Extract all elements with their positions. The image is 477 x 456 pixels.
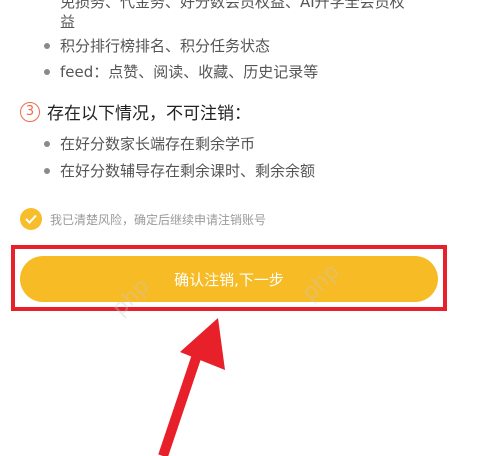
section-3-header: 3 存在以下情况，不可注销：	[20, 99, 251, 124]
bullet-dot-icon	[44, 140, 50, 147]
consent-label: 我已清楚风险，确定后继续申请注销账号	[50, 212, 267, 227]
bullet-text: feed：点赞、阅读、收藏、历史记录等	[60, 63, 319, 81]
section-number-badge: 3	[20, 101, 40, 122]
confirm-button-label: 确认注销,下一步	[174, 270, 284, 289]
bullet-item: 在好分数辅导存在剩余课时、剩余余额	[44, 160, 315, 181]
bullet-text: 在好分数家长端存在剩余学币	[60, 135, 256, 153]
bullet-dot-icon	[44, 42, 50, 49]
bullet-item: 积分排行榜排名、积分任务状态	[44, 35, 270, 56]
bullet-item: feed：点赞、阅读、收藏、历史记录等	[44, 61, 318, 82]
bullet-dot-icon	[44, 167, 50, 174]
bullet-text: 积分排行榜排名、积分任务状态	[60, 37, 271, 55]
bullet-text: 在好分数辅导存在剩余课时、剩余余额	[60, 162, 316, 180]
cutoff-text-line-2: 益	[60, 13, 76, 31]
checkmark-icon[interactable]	[20, 208, 42, 230]
bullet-dot-icon	[44, 68, 50, 75]
confirm-cancel-account-button[interactable]: 确认注销,下一步	[20, 256, 438, 302]
cutoff-text-line: 免损务、代金务、好分数会员权益、AI升学全会员权	[60, 0, 405, 11]
section-title: 存在以下情况，不可注销：	[47, 104, 251, 124]
consent-row[interactable]: 我已清楚风险，确定后继续申请注销账号	[20, 208, 266, 230]
bullet-item: 在好分数家长端存在剩余学币	[44, 133, 255, 154]
